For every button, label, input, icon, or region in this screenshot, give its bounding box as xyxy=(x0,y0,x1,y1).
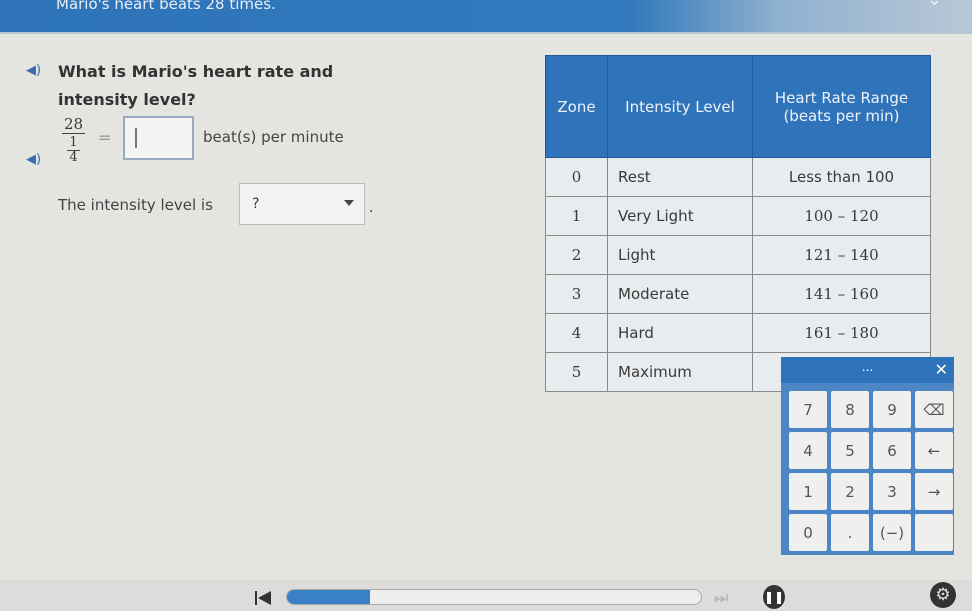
next-icon[interactable]: ⏭ xyxy=(714,588,728,608)
fraction: 28 1 4 xyxy=(62,115,86,165)
level-cell: Light xyxy=(607,235,753,275)
intensity-dropdown[interactable]: ? xyxy=(239,183,365,225)
intensity-label: The intensity level is xyxy=(58,196,213,214)
text-caret xyxy=(135,128,137,148)
progress-fill xyxy=(287,590,370,604)
key-3[interactable]: 3 xyxy=(873,473,911,510)
level-cell: Maximum xyxy=(607,352,753,392)
pause-icon[interactable]: ❚❚ xyxy=(763,585,785,609)
range-cell: Less than 100 xyxy=(752,157,931,197)
table-row: 0 Rest Less than 100 xyxy=(545,157,931,197)
period: . xyxy=(369,200,374,216)
question-title: What is Mario's heart rate and intensity… xyxy=(58,62,334,109)
zone-cell: 4 xyxy=(545,313,608,353)
table-row: 2 Light 121 – 140 xyxy=(545,235,931,275)
fraction-numerator: 28 xyxy=(62,115,86,134)
progress-slider[interactable] xyxy=(286,589,702,605)
speaker-icon[interactable]: ◀) xyxy=(26,63,41,78)
fraction-den-num: 1 xyxy=(67,135,80,151)
level-cell: Hard xyxy=(607,313,753,353)
level-cell: Rest xyxy=(607,157,753,197)
keypad-titlebar[interactable]: ... ✕ xyxy=(781,357,954,383)
header-intensity: Intensity Level xyxy=(607,55,753,158)
range-cell: 100 – 120 xyxy=(752,196,931,236)
range-cell: 141 – 160 xyxy=(752,274,931,314)
level-cell: Moderate xyxy=(607,274,753,314)
zone-cell: 0 xyxy=(545,157,608,197)
equals-sign: = xyxy=(98,128,112,147)
key-8[interactable]: 8 xyxy=(831,391,869,428)
number-keypad: ... ✕ 7 8 9 ⌫ 4 5 6 ← 1 2 3 → 0 . (−) xyxy=(781,357,954,555)
zone-cell: 3 xyxy=(545,274,608,314)
table-row: 3 Moderate 141 – 160 xyxy=(545,274,931,314)
key-6[interactable]: 6 xyxy=(873,432,911,469)
zone-cell: 5 xyxy=(545,352,608,392)
header-zone: Zone xyxy=(545,55,608,158)
heart-rate-input[interactable] xyxy=(123,116,194,160)
zone-cell: 2 xyxy=(545,235,608,275)
previous-icon[interactable] xyxy=(255,590,271,606)
range-cell: 121 – 140 xyxy=(752,235,931,275)
chevron-down-icon[interactable]: ⌄ xyxy=(927,0,942,9)
header-range: Heart Rate Range (beats per min) xyxy=(752,55,931,158)
table-row: 4 Hard 161 – 180 xyxy=(545,313,931,353)
key-7[interactable]: 7 xyxy=(789,391,827,428)
key-9[interactable]: 9 xyxy=(873,391,911,428)
backspace-icon[interactable]: ⌫ xyxy=(915,391,953,428)
key-1[interactable]: 1 xyxy=(789,473,827,510)
key-5[interactable]: 5 xyxy=(831,432,869,469)
key-decimal[interactable]: . xyxy=(831,514,869,551)
drag-handle-icon[interactable]: ... xyxy=(862,360,873,374)
caret-down-icon xyxy=(344,200,354,206)
key-2[interactable]: 2 xyxy=(831,473,869,510)
key-4[interactable]: 4 xyxy=(789,432,827,469)
arrow-left-icon[interactable]: ← xyxy=(915,432,953,469)
table-row: 1 Very Light 100 – 120 xyxy=(545,196,931,236)
unit-label: beat(s) per minute xyxy=(203,128,344,146)
key-negative[interactable]: (−) xyxy=(873,514,911,551)
level-cell: Very Light xyxy=(607,196,753,236)
speaker-icon[interactable]: ◀) xyxy=(26,152,41,167)
prompt-text: Mario's heart beats 28 times. xyxy=(56,0,276,13)
fraction-den-den: 4 xyxy=(69,150,78,165)
heart-rate-table: Zone Intensity Level Heart Rate Range (b… xyxy=(545,55,931,392)
gear-icon[interactable]: ⚙ xyxy=(930,582,956,608)
key-0[interactable]: 0 xyxy=(789,514,827,551)
close-icon[interactable]: ✕ xyxy=(935,360,948,380)
key-blank[interactable] xyxy=(915,514,953,551)
range-cell: 161 – 180 xyxy=(752,313,931,353)
arrow-right-icon[interactable]: → xyxy=(915,473,953,510)
divider xyxy=(0,32,972,34)
zone-cell: 1 xyxy=(545,196,608,236)
dropdown-value: ? xyxy=(252,196,260,212)
prompt-header: Mario's heart beats 28 times. ⌄ xyxy=(0,0,972,32)
